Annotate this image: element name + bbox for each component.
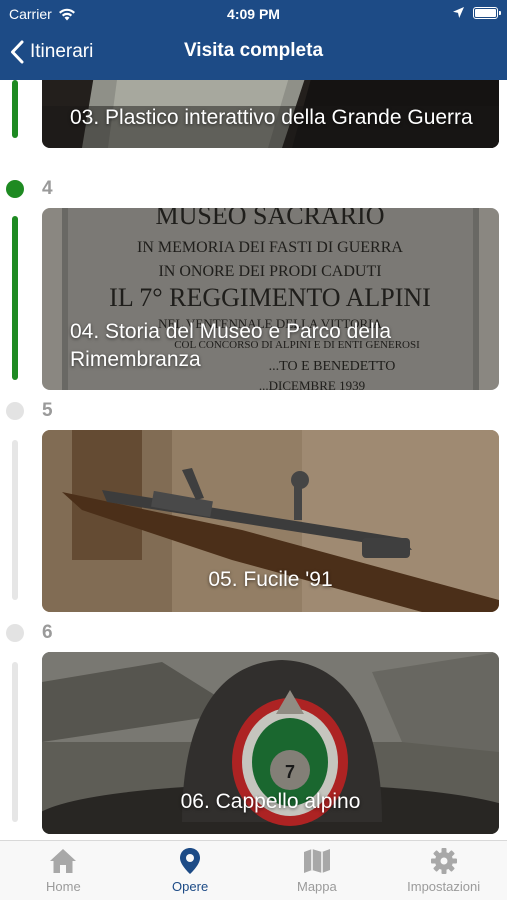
step-card[interactable]: 05. Fucile '91: [42, 430, 499, 612]
timeline-line: [12, 80, 18, 138]
step-card[interactable]: 7 06. Cappello alpino: [42, 652, 499, 834]
itinerary-list[interactable]: 03. Plastico interattivo della Grande Gu…: [0, 80, 507, 840]
tab-impostazioni[interactable]: Impostazioni: [380, 841, 507, 900]
step-title: 03. Plastico interattivo della Grande Gu…: [70, 106, 473, 129]
top-bar: Carrier 4:09 PM Itinerari Visita complet…: [0, 0, 507, 80]
step-number: 5: [42, 400, 53, 421]
page-title: Visita completa: [183, 40, 324, 61]
tab-home[interactable]: Home: [0, 841, 127, 900]
tab-mappa[interactable]: Mappa: [254, 841, 381, 900]
battery-icon: [473, 6, 501, 19]
status-right: [452, 6, 501, 19]
step-card[interactable]: MUSEO SACRARIO IN MEMORIA DEI FASTI DI G…: [42, 208, 499, 390]
tab-label: Impostazioni: [407, 879, 481, 894]
step-title: 05. Fucile '91: [208, 568, 333, 591]
tab-label: Mappa: [297, 879, 337, 894]
timeline-line: [12, 440, 18, 600]
step-number: 6: [42, 622, 53, 643]
status-time: 4:09 PM: [227, 6, 280, 22]
tab-label: Home: [46, 879, 81, 894]
gear-icon: [430, 848, 457, 874]
home-icon: [50, 849, 77, 873]
status-bar: Carrier 4:09 PM: [0, 0, 507, 28]
step-card[interactable]: 03. Plastico interattivo della Grande Gu…: [42, 80, 499, 148]
tab-label: Opere: [172, 879, 209, 894]
step-status-dot: [6, 402, 24, 420]
map-icon: [303, 849, 330, 873]
step-number: 4: [42, 178, 53, 199]
step-status-dot: [6, 180, 24, 198]
map-pin-icon: [180, 848, 201, 874]
timeline-line: [12, 216, 18, 380]
tab-opere[interactable]: Opere: [127, 841, 254, 900]
timeline-line: [12, 662, 18, 822]
navigation-bar: Itinerari Visita completa: [0, 28, 507, 80]
step-title: 04. Storia del Museo e Parco della Rimem…: [70, 320, 392, 371]
step-status-dot: [6, 624, 24, 642]
tab-bar: Home Opere Mappa Impostazioni: [0, 840, 507, 900]
step-title: 06. Cappello alpino: [180, 790, 361, 813]
location-arrow-icon: [453, 7, 464, 18]
